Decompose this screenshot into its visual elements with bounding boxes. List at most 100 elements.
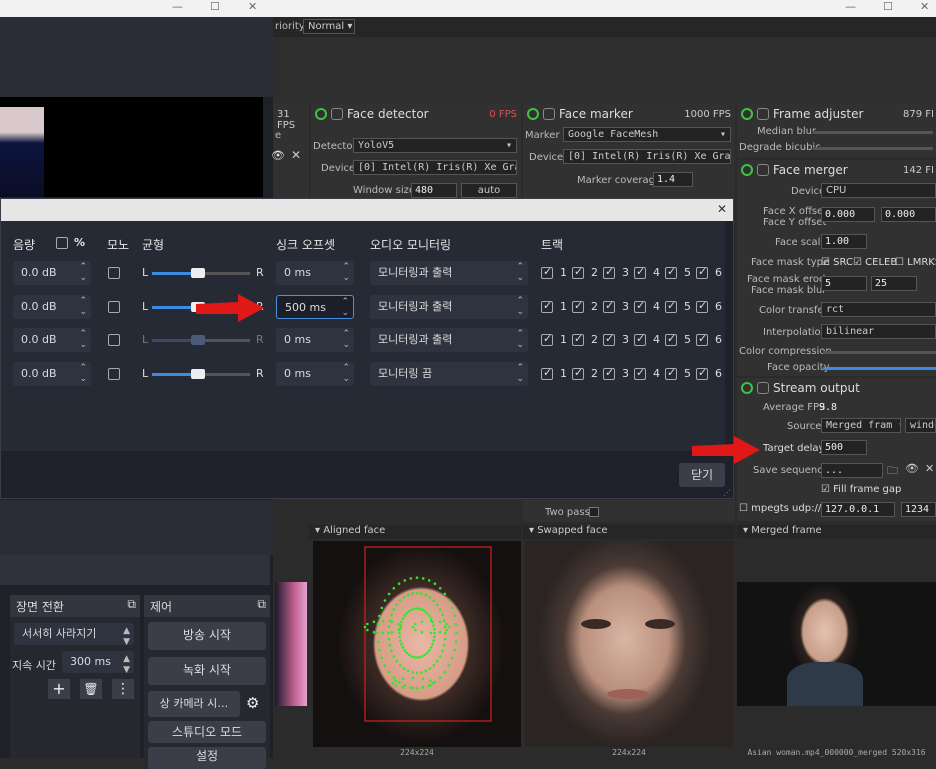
studio-mode-button[interactable]: 스튜디오 모드 bbox=[148, 721, 266, 743]
eye-icon[interactable]: 👁 bbox=[905, 462, 919, 475]
track-checkbox[interactable] bbox=[634, 299, 646, 313]
track-checkbox[interactable] bbox=[572, 332, 584, 346]
dock-undock-icon[interactable]: ⧉ bbox=[127, 597, 136, 612]
minimize-icon[interactable]: — bbox=[172, 0, 183, 13]
face-scale-input[interactable]: 1.00 bbox=[821, 234, 867, 249]
track-checkbox[interactable] bbox=[541, 265, 553, 279]
balance-slider[interactable] bbox=[152, 335, 250, 345]
track-checkbox[interactable] bbox=[541, 332, 553, 346]
track-checkbox[interactable] bbox=[603, 332, 615, 346]
balance-knob[interactable] bbox=[191, 268, 206, 278]
save-sequence-input[interactable]: ... bbox=[821, 463, 883, 478]
trash-icon[interactable]: 🗑 bbox=[80, 679, 102, 699]
sync-offset-input[interactable]: 0 ms ⌃ ⌄ bbox=[276, 362, 354, 386]
detector-select[interactable]: YoloV5 ▾ bbox=[353, 138, 517, 153]
mono-checkbox[interactable] bbox=[108, 267, 120, 279]
start-recording-button[interactable]: 녹화 시작 bbox=[148, 657, 266, 685]
virtual-camera-button[interactable]: 상 카메라 시… bbox=[148, 691, 240, 717]
swapped-face-header[interactable]: ▾ Swapped face bbox=[523, 525, 735, 539]
transition-select[interactable]: 서서히 사라지기 ▲ ▼ bbox=[14, 623, 134, 647]
sync-offset-input[interactable]: 0 ms ⌃ ⌄ bbox=[276, 261, 354, 285]
track-checkbox[interactable] bbox=[603, 366, 615, 380]
maximize-icon[interactable]: ☐ bbox=[883, 0, 893, 13]
mono-checkbox[interactable] bbox=[108, 334, 120, 346]
track-checkbox[interactable] bbox=[541, 299, 553, 313]
balance-knob[interactable] bbox=[191, 369, 206, 379]
device-select[interactable]: [0] Intel(R) Iris(R) Xe Gra bbox=[353, 160, 517, 175]
track-checkbox[interactable] bbox=[603, 265, 615, 279]
marker-select[interactable]: Google FaceMesh ▾ bbox=[563, 127, 731, 142]
track-checkbox[interactable] bbox=[572, 299, 584, 313]
close-icon[interactable]: ✕ bbox=[248, 0, 257, 13]
folder-icon[interactable]: 🗀 bbox=[887, 462, 898, 481]
window-size-input[interactable]: 480 bbox=[411, 183, 457, 198]
mask-src-checkbox[interactable]: ☑ SRC bbox=[821, 257, 853, 268]
priority-select[interactable]: Normal ▾ bbox=[303, 19, 355, 34]
mask-lmrks-checkbox[interactable]: ☐ LMRKS bbox=[895, 257, 936, 268]
track-checkbox[interactable] bbox=[603, 299, 615, 313]
balance-slider[interactable] bbox=[152, 369, 250, 379]
volume-input[interactable]: 0.0 dB ⌃ ⌄ bbox=[13, 261, 91, 285]
power-icon[interactable] bbox=[527, 108, 539, 120]
track-checkbox[interactable] bbox=[696, 265, 708, 279]
udp-port-input[interactable]: 1234 bbox=[901, 502, 936, 517]
stream-window-select[interactable]: windo bbox=[905, 418, 936, 433]
audio-monitoring-select[interactable]: 모니터링과 출력 ⌃ ⌄ bbox=[370, 328, 528, 352]
track-checkbox[interactable] bbox=[696, 299, 708, 313]
power-icon[interactable] bbox=[741, 164, 753, 176]
color-transfer-select[interactable]: rct bbox=[821, 302, 936, 317]
aligned-face-header[interactable]: ▾ Aligned face bbox=[309, 525, 521, 539]
track-checkbox[interactable] bbox=[665, 366, 677, 380]
mpegts-checkbox[interactable]: ☐ mpegts udp:// bbox=[739, 503, 821, 514]
track-checkbox[interactable] bbox=[696, 366, 708, 380]
track-checkbox[interactable] bbox=[634, 366, 646, 380]
reset-icon[interactable] bbox=[757, 108, 769, 120]
track-checkbox[interactable] bbox=[665, 265, 677, 279]
settings-button[interactable]: 설정 bbox=[148, 747, 266, 769]
face-x-offset-input[interactable]: 0.000 bbox=[821, 207, 875, 222]
track-checkbox[interactable] bbox=[634, 332, 646, 346]
marker-coverage-input[interactable]: 1.4 bbox=[653, 172, 693, 187]
mono-checkbox[interactable] bbox=[108, 301, 120, 313]
sync-offset-input[interactable]: 0 ms ⌃ ⌄ bbox=[276, 328, 354, 352]
udp-ip-input[interactable]: 127.0.0.1 bbox=[821, 502, 895, 517]
power-icon[interactable] bbox=[741, 382, 753, 394]
power-icon[interactable] bbox=[741, 108, 753, 120]
more-icon[interactable]: ⋮ bbox=[112, 679, 134, 699]
face-mask-erode-input[interactable]: 5 bbox=[821, 276, 867, 291]
gear-icon[interactable]: ⚙ bbox=[246, 694, 259, 712]
mono-checkbox[interactable] bbox=[108, 368, 120, 380]
track-checkbox[interactable] bbox=[696, 332, 708, 346]
audio-monitoring-select[interactable]: 모니터링과 출력 ⌃ ⌄ bbox=[370, 295, 528, 319]
audio-monitoring-select[interactable]: 모니터링과 출력 ⌃ ⌄ bbox=[370, 261, 528, 285]
color-compression-slider[interactable] bbox=[823, 351, 936, 354]
close-icon[interactable]: ✕ bbox=[717, 202, 727, 216]
volume-input[interactable]: 0.0 dB ⌃ ⌄ bbox=[13, 295, 91, 319]
close-icon[interactable]: ✕ bbox=[925, 462, 934, 475]
track-checkbox[interactable] bbox=[665, 299, 677, 313]
add-icon[interactable]: + bbox=[48, 679, 70, 699]
degrade-bicubic-slider[interactable] bbox=[813, 147, 933, 150]
median-blur-slider[interactable] bbox=[813, 131, 933, 134]
dock-undock-icon[interactable]: ⧉ bbox=[257, 597, 266, 612]
fill-frame-gap-checkbox[interactable]: ☑ Fill frame gap bbox=[821, 484, 901, 495]
minimize-icon[interactable]: — bbox=[845, 0, 856, 13]
track-checkbox[interactable] bbox=[572, 265, 584, 279]
reset-icon[interactable] bbox=[543, 108, 555, 120]
reset-icon[interactable] bbox=[757, 382, 769, 394]
duration-input[interactable]: 300 ms ▲ ▼ bbox=[62, 651, 134, 675]
merged-frame-header[interactable]: ▾ Merged frame bbox=[737, 525, 936, 539]
maximize-icon[interactable]: ☐ bbox=[210, 0, 220, 13]
eye-icon[interactable]: 👁 bbox=[271, 149, 285, 162]
device-select[interactable]: [0] Intel(R) Iris(R) Xe Grap bbox=[563, 149, 731, 164]
balance-knob[interactable] bbox=[191, 335, 206, 345]
percent-checkbox[interactable] bbox=[56, 237, 68, 249]
two-pass-checkbox[interactable] bbox=[589, 507, 599, 517]
volume-input[interactable]: 0.0 dB ⌃ ⌄ bbox=[13, 362, 91, 386]
track-checkbox[interactable] bbox=[634, 265, 646, 279]
track-checkbox[interactable] bbox=[665, 332, 677, 346]
start-streaming-button[interactable]: 방송 시작 bbox=[148, 622, 266, 650]
track-checkbox[interactable] bbox=[541, 366, 553, 380]
target-delay-input[interactable]: 500 bbox=[821, 440, 867, 455]
sync-offset-input[interactable]: 500 ms ⌃ ⌄ bbox=[276, 295, 354, 319]
